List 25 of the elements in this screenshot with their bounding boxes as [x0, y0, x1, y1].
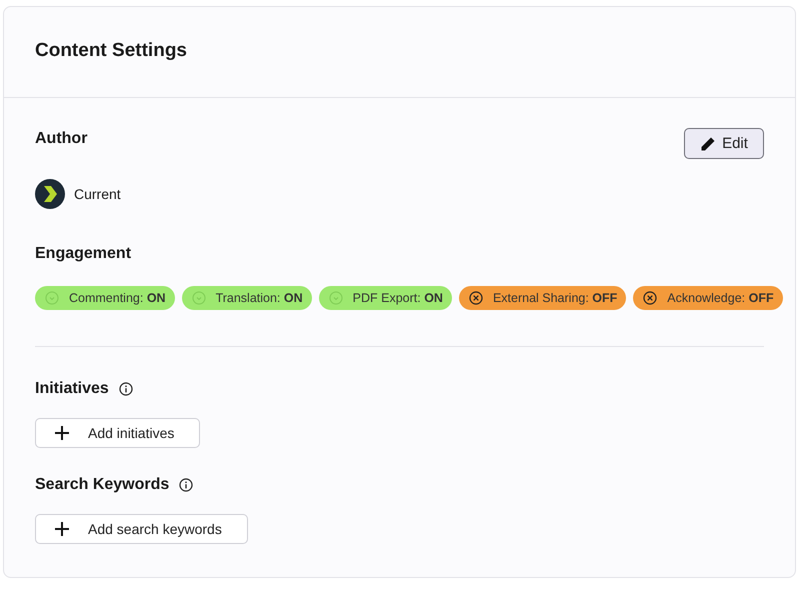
- section-heading: Initiatives: [35, 380, 109, 398]
- add-button[interactable]: Add search keywords: [35, 514, 248, 544]
- check-circle-icon: [328, 291, 343, 305]
- check-circle-icon: [45, 291, 59, 305]
- card-title: Content Settings: [35, 40, 187, 62]
- badge-text: External Sharing: OFF: [492, 291, 618, 305]
- edit-button[interactable]: Edit: [684, 128, 764, 159]
- badge-text: PDF Export: ON: [352, 291, 443, 305]
- info-icon[interactable]: [118, 382, 133, 396]
- x-circle-icon: [643, 291, 658, 305]
- info-icon[interactable]: [179, 478, 194, 492]
- avatar-logo-icon: [35, 179, 65, 209]
- badge-text: Commenting: ON: [69, 291, 166, 305]
- add-button[interactable]: Add initiatives: [35, 418, 200, 448]
- section-heading: Search Keywords: [35, 476, 170, 494]
- author-name: Current: [74, 186, 121, 202]
- section-heading: Author: [35, 130, 88, 148]
- plus-icon: [54, 521, 70, 537]
- badge-text: Translation: ON: [216, 291, 303, 305]
- badge-text: Acknowledge: OFF: [667, 291, 774, 305]
- section-heading: Engagement: [35, 245, 132, 263]
- x-circle-icon: [468, 291, 483, 305]
- check-circle-icon: [192, 291, 206, 305]
- pencil-icon: [700, 136, 716, 152]
- plus-icon: [54, 425, 70, 441]
